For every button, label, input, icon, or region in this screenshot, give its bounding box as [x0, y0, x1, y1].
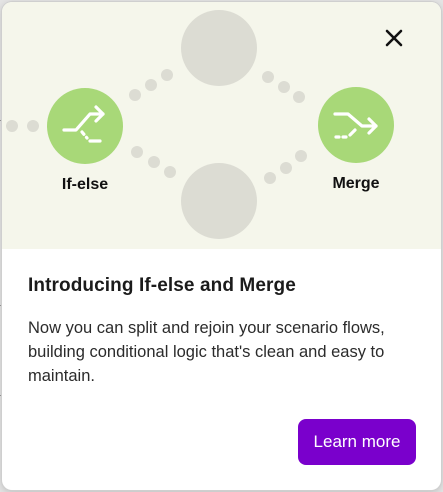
- feature-illustration: If-else Merge: [2, 2, 441, 249]
- flow-diagram: If-else Merge: [6, 10, 394, 239]
- merge-node: Merge: [318, 87, 394, 192]
- close-icon: [385, 29, 403, 47]
- dialog-content: Introducing If-else and Merge Now you ca…: [28, 249, 418, 388]
- placeholder-module-top: [181, 10, 257, 86]
- feature-announcement-dialog: If-else Merge Introducing If-else and Me…: [2, 2, 441, 490]
- learn-more-button[interactable]: Learn more: [298, 419, 416, 465]
- dialog-title: Introducing If-else and Merge: [28, 275, 296, 296]
- if-else-node: If-else: [47, 88, 123, 193]
- placeholder-module-bottom: [181, 163, 257, 239]
- merge-label: Merge: [332, 175, 379, 192]
- dialog-description: Now you can split and rejoin your scenar…: [28, 319, 385, 385]
- if-else-label: If-else: [62, 176, 108, 193]
- close-button[interactable]: [385, 29, 413, 57]
